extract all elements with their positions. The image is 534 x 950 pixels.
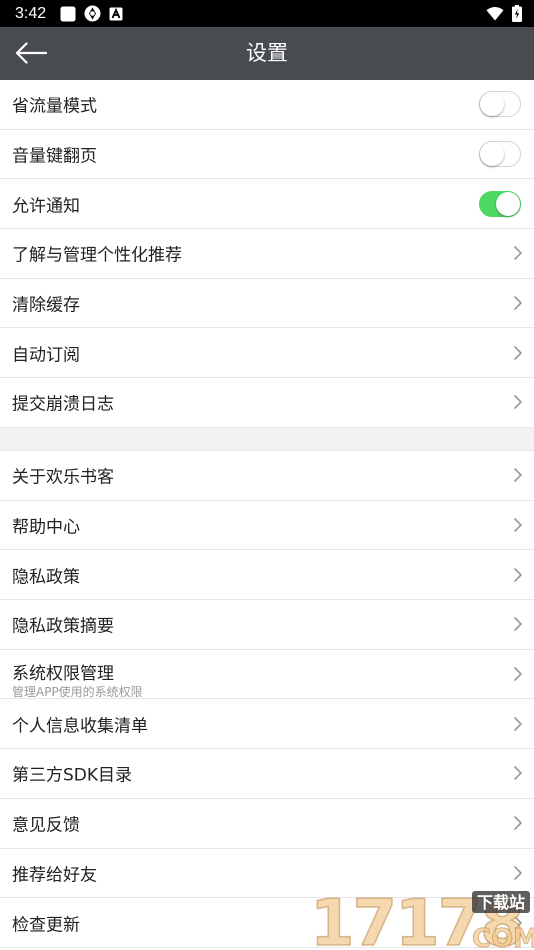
setting-label: 第三方SDK目录 xyxy=(12,765,133,786)
notification-icons xyxy=(60,5,123,22)
setting-label: 提交崩溃日志 xyxy=(12,394,114,415)
setting-label: 音量键翻页 xyxy=(12,146,97,167)
setting-label: 关于欢乐书客 xyxy=(12,467,114,488)
setting-row-volume-key-paging[interactable]: 音量键翻页 xyxy=(0,130,534,180)
setting-label: 帮助中心 xyxy=(12,517,80,538)
volume-key-paging-toggle[interactable] xyxy=(479,141,521,168)
setting-row-clear-cache[interactable]: 清除缓存 xyxy=(0,279,534,329)
setting-row-auto-subscribe[interactable]: 自动订阅 xyxy=(0,328,534,379)
setting-label: 省流量模式 xyxy=(12,96,97,117)
setting-label: 隐私政策摘要 xyxy=(12,616,114,637)
setting-row-about[interactable]: 关于欢乐书客 xyxy=(0,451,534,501)
system-icons xyxy=(486,5,522,22)
status-time: 3:42 xyxy=(15,5,47,22)
setting-label: 了解与管理个性化推荐 xyxy=(12,245,182,266)
chevron-right-icon xyxy=(513,915,523,930)
setting-label: 意见反馈 xyxy=(12,815,80,836)
section-divider xyxy=(0,428,534,451)
back-arrow-icon xyxy=(15,42,47,64)
setting-row-submit-crash-log[interactable]: 提交崩溃日志 xyxy=(0,378,534,428)
setting-label: 清除缓存 xyxy=(12,295,80,316)
setting-row-personal-info-list[interactable]: 个人信息收集清单 xyxy=(0,699,534,750)
app-bar: 设置 xyxy=(0,27,534,80)
setting-label: 隐私政策 xyxy=(12,567,80,588)
setting-row-personalized-recommendations[interactable]: 了解与管理个性化推荐 xyxy=(0,229,534,279)
chevron-right-icon xyxy=(513,567,523,582)
page-title: 设置 xyxy=(246,41,288,65)
battery-charging-icon xyxy=(512,5,522,22)
square-app-icon xyxy=(60,6,76,21)
font-a-icon xyxy=(109,7,123,20)
toggle-knob xyxy=(480,92,504,117)
setting-label: 检查更新 xyxy=(12,915,80,936)
chevron-right-icon xyxy=(513,716,523,731)
back-button[interactable] xyxy=(12,37,50,69)
setting-label: 推荐给好友 xyxy=(12,865,97,886)
setting-row-help-center[interactable]: 帮助中心 xyxy=(0,501,534,551)
wifi-icon xyxy=(486,7,504,21)
setting-row-privacy-policy[interactable]: 隐私政策 xyxy=(0,550,534,601)
chevron-right-icon xyxy=(513,246,523,261)
chevron-right-icon xyxy=(513,345,523,360)
setting-label: 系统权限管理 xyxy=(12,663,114,684)
setting-label: 自动订阅 xyxy=(12,345,80,366)
chevron-right-icon xyxy=(513,816,523,831)
setting-label: 允许通知 xyxy=(12,196,80,217)
chevron-right-icon xyxy=(513,865,523,880)
chevron-right-icon xyxy=(513,667,523,682)
chevron-right-icon xyxy=(513,766,523,781)
setting-row-third-party-sdk[interactable]: 第三方SDK目录 xyxy=(0,749,534,799)
chevron-right-icon xyxy=(513,617,523,632)
chevron-right-icon xyxy=(513,296,523,311)
setting-row-check-update[interactable]: 检查更新 xyxy=(0,898,534,948)
data-saver-toggle[interactable] xyxy=(479,91,521,118)
settings-group-about: 关于欢乐书客 帮助中心 隐私政策 隐私政策摘要 系统权限管理 管理APP使用的系… xyxy=(0,451,534,948)
setting-row-privacy-summary[interactable]: 隐私政策摘要 xyxy=(0,600,534,650)
setting-row-recommend-to-friend[interactable]: 推荐给好友 xyxy=(0,849,534,899)
toggle-knob xyxy=(496,191,520,216)
chevron-right-icon xyxy=(513,395,523,410)
chevron-right-icon xyxy=(513,517,523,533)
setting-row-feedback[interactable]: 意见反馈 xyxy=(0,799,534,849)
toggle-knob xyxy=(480,142,504,167)
setting-row-system-permissions[interactable]: 系统权限管理 管理APP使用的系统权限 xyxy=(0,650,534,700)
setting-label: 个人信息收集清单 xyxy=(12,716,148,737)
settings-group-general: 省流量模式 音量键翻页 允许通知 了解与管理个性化推荐 清除缓存 自动订阅 提交… xyxy=(0,80,534,428)
chevron-right-icon xyxy=(513,468,523,483)
setting-sublabel: 管理APP使用的系统权限 xyxy=(12,684,143,699)
setting-row-allow-notifications[interactable]: 允许通知 xyxy=(0,179,534,230)
shutter-app-icon xyxy=(84,5,101,22)
setting-row-data-saver[interactable]: 省流量模式 xyxy=(0,80,534,130)
allow-notifications-toggle[interactable] xyxy=(479,190,521,217)
status-bar: 3:42 xyxy=(0,0,534,27)
